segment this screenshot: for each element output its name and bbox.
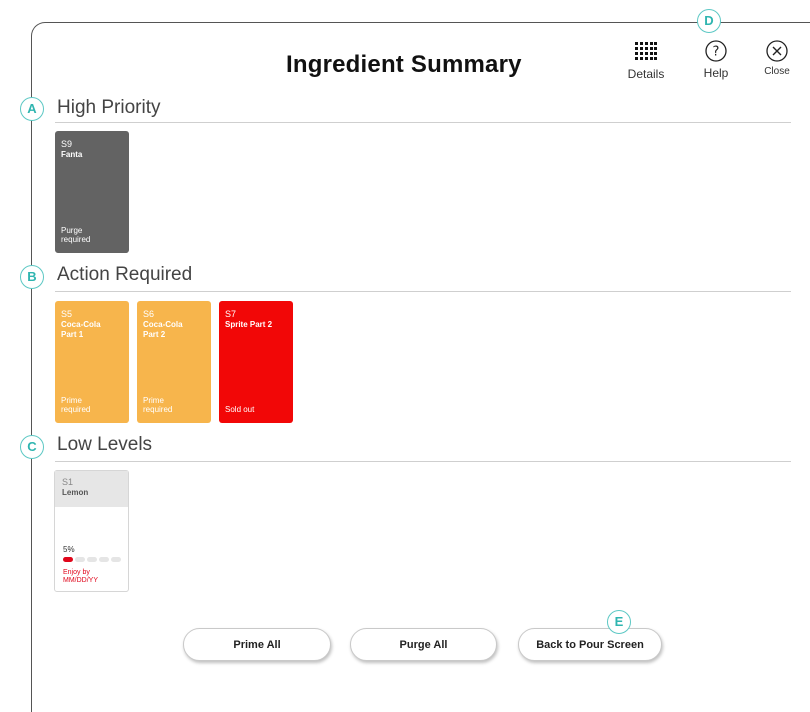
- section-title-high-priority: High Priority: [57, 97, 161, 118]
- card-code: S1: [62, 477, 74, 487]
- level-segment: [63, 557, 73, 562]
- card-header: S1 Lemon: [55, 471, 128, 507]
- level-segment: [87, 557, 97, 562]
- details-label: Details: [627, 67, 665, 81]
- callout-badge-c: C: [20, 435, 44, 459]
- card-name: Coca-Cola Part 1: [61, 320, 101, 339]
- level-segment: [75, 557, 85, 562]
- level-segment: [111, 557, 121, 562]
- purge-all-button[interactable]: Purge All: [350, 628, 497, 661]
- level-indicator: [63, 557, 121, 562]
- prime-all-button[interactable]: Prime All: [183, 628, 331, 661]
- ingredient-card-s9[interactable]: S9 Fanta Purge required: [55, 131, 129, 253]
- card-name: Sprite Part 2: [225, 320, 273, 329]
- callout-badge-d: D: [697, 9, 721, 33]
- card-code: S6: [143, 309, 155, 319]
- close-label: Close: [764, 66, 790, 77]
- help-icon: ?: [705, 40, 727, 62]
- page-title: Ingredient Summary: [286, 51, 522, 78]
- level-segment: [99, 557, 109, 562]
- card-status: Prime required: [61, 396, 91, 414]
- card-name: Coca-Cola Part 2: [143, 320, 183, 339]
- close-icon: [766, 40, 788, 62]
- ingredient-card-s1[interactable]: S1 Lemon 5% Enjoy by MM/DD/YY: [54, 470, 129, 592]
- callout-badge-e: E: [607, 610, 631, 634]
- ingredient-card-s7[interactable]: S7 Sprite Part 2 Sold out: [219, 301, 293, 423]
- card-code: S7: [225, 309, 237, 319]
- card-name: Lemon: [62, 488, 89, 497]
- card-status: Sold out: [225, 405, 255, 414]
- card-name: Fanta: [61, 150, 83, 159]
- details-button[interactable]: Details: [622, 42, 670, 81]
- expiry-note: Enjoy by MM/DD/YY: [63, 569, 98, 584]
- section-title-low-levels: Low Levels: [57, 434, 153, 455]
- back-to-pour-screen-button[interactable]: Back to Pour Screen: [518, 628, 662, 661]
- help-label: Help: [703, 66, 729, 80]
- callout-badge-a: A: [20, 97, 44, 121]
- card-status: Purge required: [61, 226, 91, 244]
- help-button[interactable]: ? Help: [698, 40, 734, 80]
- ingredient-card-s5[interactable]: S5 Coca-Cola Part 1 Prime required: [55, 301, 129, 423]
- section-title-action-required: Action Required: [57, 264, 193, 285]
- grid-icon: [635, 42, 657, 60]
- svg-text:?: ?: [713, 45, 720, 60]
- level-percent: 5%: [63, 545, 75, 554]
- section-divider: [55, 291, 791, 292]
- card-status: Prime required: [143, 396, 173, 414]
- card-code: S9: [61, 139, 73, 149]
- section-divider: [55, 122, 791, 123]
- callout-badge-b: B: [20, 265, 44, 289]
- card-code: S5: [61, 309, 73, 319]
- close-button[interactable]: Close: [759, 40, 795, 77]
- ingredient-card-s6[interactable]: S6 Coca-Cola Part 2 Prime required: [137, 301, 211, 423]
- section-divider: [55, 461, 791, 462]
